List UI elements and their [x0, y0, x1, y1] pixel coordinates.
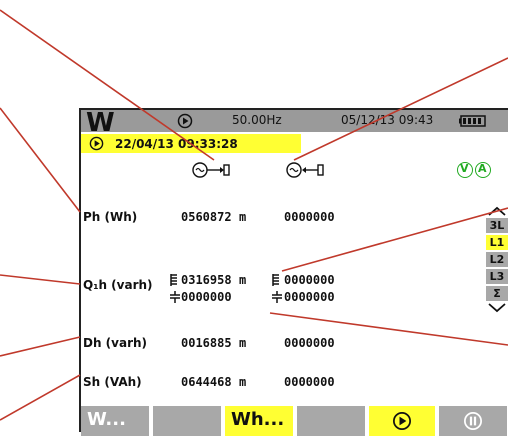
- callout-lines: [0, 9, 508, 421]
